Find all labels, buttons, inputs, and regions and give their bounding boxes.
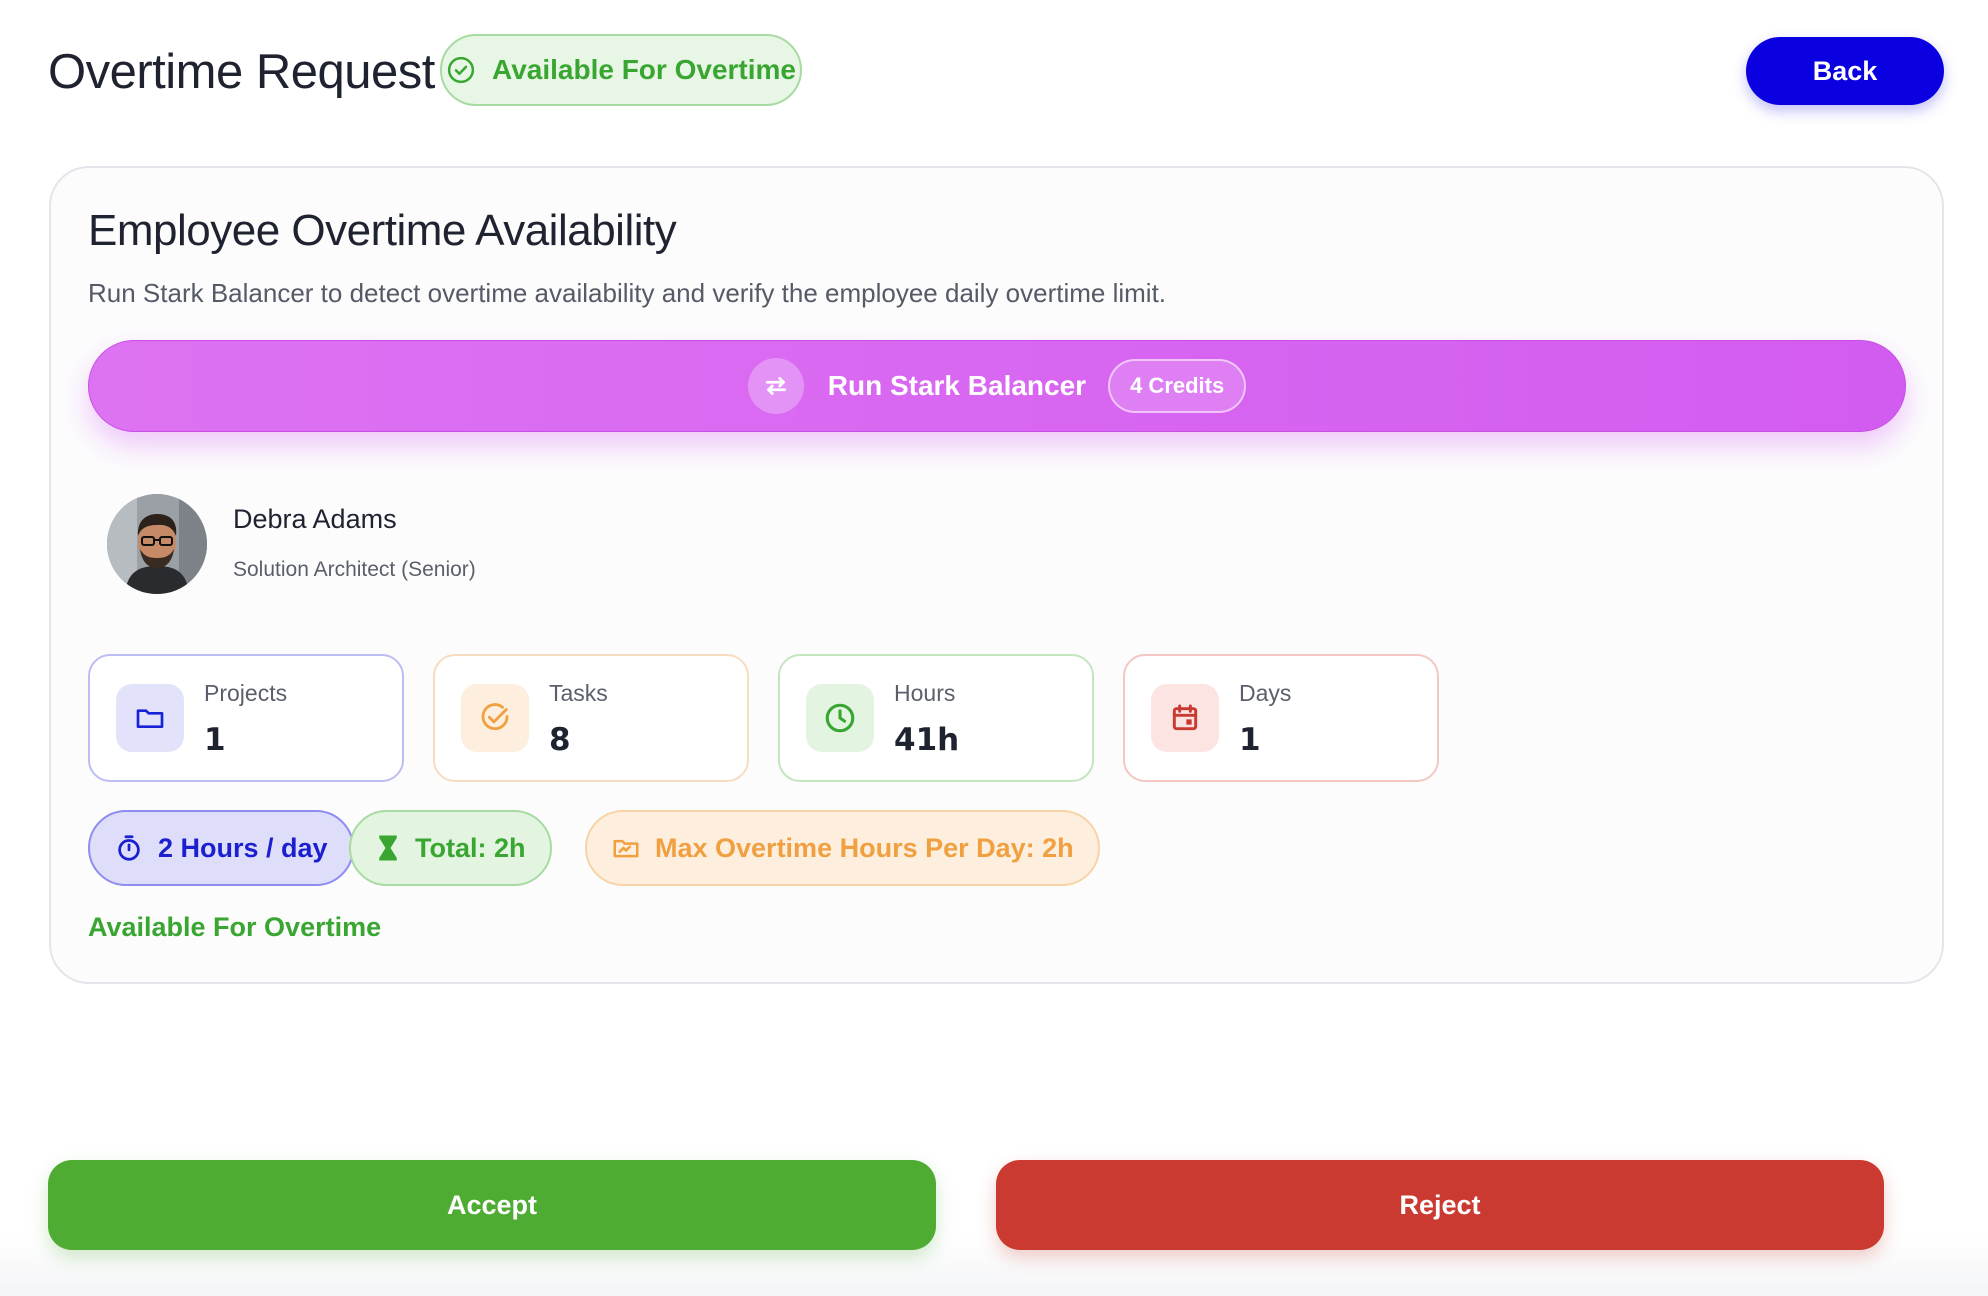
reject-button[interactable]: Reject (996, 1160, 1884, 1250)
stat-value: 8 (549, 722, 571, 758)
max-overtime-pill: Max Overtime Hours Per Day: 2h (585, 810, 1100, 886)
stat-card-tasks: Tasks 8 (433, 654, 749, 782)
availability-status-text: Available For Overtime (88, 912, 382, 942)
hours-per-day-label: 2 Hours / day (158, 832, 328, 863)
clock-icon (806, 684, 874, 752)
overtime-availability-card: Employee Overtime Availability Run Stark… (49, 166, 1944, 984)
calendar-icon (1151, 684, 1219, 752)
stat-value: 1 (204, 722, 226, 758)
stat-label: Days (1239, 680, 1292, 706)
swap-arrows-icon (747, 358, 804, 414)
stat-value: 41h (894, 722, 960, 758)
employee-avatar (107, 494, 207, 594)
hourglass-icon (375, 833, 401, 863)
stat-card-hours: Hours 41h (778, 654, 1094, 782)
card-title: Employee Overtime Availability (88, 206, 677, 255)
max-overtime-label: Max Overtime Hours Per Day: 2h (655, 832, 1074, 863)
run-stark-balancer-label: Run Stark Balancer (827, 370, 1087, 401)
check-circle-icon (461, 684, 529, 752)
availability-status-badge: Available For Overtime (440, 34, 802, 106)
stopwatch-icon (114, 833, 144, 863)
folder-chart-icon (611, 833, 641, 863)
stat-card-days: Days 1 (1123, 654, 1439, 782)
folder-icon (116, 684, 184, 752)
accept-button[interactable]: Accept (48, 1160, 936, 1250)
stat-label: Hours (894, 680, 956, 706)
hours-per-day-pill: 2 Hours / day (88, 810, 354, 886)
employee-role: Solution Architect (Senior) (233, 558, 476, 581)
check-circle-icon (446, 55, 476, 85)
availability-status-label: Available For Overtime (492, 54, 796, 85)
page-title: Overtime Request (48, 45, 435, 99)
stat-value: 1 (1239, 722, 1261, 758)
card-description: Run Stark Balancer to detect overtime av… (88, 278, 1167, 308)
total-hours-pill: Total: 2h (349, 810, 552, 886)
back-button[interactable]: Back (1746, 37, 1944, 105)
stat-label: Tasks (549, 680, 608, 706)
stat-label: Projects (204, 680, 288, 706)
employee-name: Debra Adams (233, 504, 397, 534)
total-hours-label: Total: 2h (415, 832, 526, 863)
run-stark-balancer-button[interactable]: Run Stark Balancer 4 Credits (88, 340, 1906, 432)
stat-card-projects: Projects 1 (88, 654, 404, 782)
credits-badge: 4 Credits (1108, 359, 1247, 413)
